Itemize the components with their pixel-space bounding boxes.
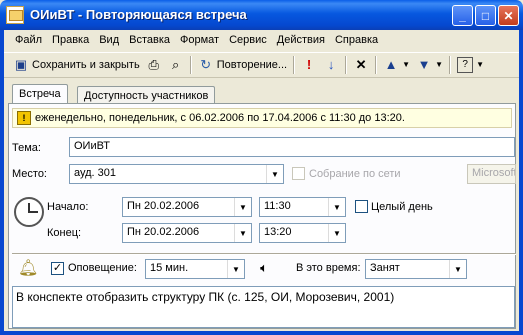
delete-button[interactable]: ✕	[350, 54, 372, 76]
show-as-combo[interactable]: Занят ▼	[365, 259, 467, 279]
appointment-icon	[6, 6, 24, 24]
save-icon: ▣	[14, 57, 28, 72]
reminder-label: Оповещение:	[68, 262, 137, 274]
clock-icon	[14, 197, 44, 227]
start-date-value: Пн 20.02.2006	[127, 200, 200, 212]
menu-file[interactable]: Файл	[10, 34, 47, 46]
chevron-down-icon[interactable]: ▼	[328, 198, 345, 216]
location-label: Место:	[12, 168, 47, 180]
attach-button[interactable]: ⌕	[165, 54, 187, 76]
chevron-down-icon: ▼	[476, 60, 485, 69]
tab-appointment[interactable]: Встреча	[12, 84, 68, 104]
print-icon: ⎙	[148, 57, 159, 72]
chevron-down-icon[interactable]: ▼	[449, 260, 466, 278]
save-close-label: Сохранить и закрыть	[32, 59, 140, 71]
menu-view[interactable]: Вид	[94, 34, 124, 46]
subject-label: Тема:	[12, 142, 41, 154]
down-arrow-icon: ↓	[327, 57, 335, 72]
recurrence-info-text: еженедельно, понедельник, с 06.02.2006 п…	[35, 112, 405, 124]
toolbar-separator	[449, 56, 452, 74]
toolbar-separator	[293, 56, 296, 74]
show-as-label: В это время:	[296, 262, 361, 274]
maximize-button[interactable]: □	[475, 5, 496, 26]
end-time-value: 13:20	[264, 226, 292, 238]
bell-icon: 🔔︎	[18, 260, 39, 277]
chevron-down-icon: ▼	[435, 60, 444, 69]
chevron-down-icon: ▼	[402, 60, 411, 69]
recurrence-info-bar: ! еженедельно, понедельник, с 06.02.2006…	[12, 108, 512, 128]
tab-scheduling[interactable]: Доступность участников	[77, 86, 216, 104]
notes-textarea[interactable]: В конспекте отобразить структуру ПК (с. …	[12, 286, 515, 328]
start-date-picker[interactable]: Пн 20.02.2006 ▼	[122, 197, 252, 217]
menu-bar: Файл Правка Вид Вставка Формат Сервис Де…	[4, 30, 519, 50]
chevron-down-icon[interactable]: ▼	[227, 260, 244, 278]
title-bar: ОИиВТ - Повторяющаяся встреча _ □ ✕	[0, 0, 523, 30]
importance-high-button[interactable]: !	[298, 54, 320, 76]
chevron-down-icon[interactable]: ▼	[266, 165, 283, 183]
location-value: ауд. 301	[74, 167, 117, 179]
all-day-checkbox[interactable]	[355, 200, 368, 213]
menu-help[interactable]: Справка	[330, 34, 383, 46]
menu-insert[interactable]: Вставка	[124, 34, 175, 46]
paperclip-icon: ⌕	[172, 57, 180, 72]
exclamation-icon: !	[306, 57, 312, 72]
all-day-label: Целый день	[371, 201, 433, 213]
location-combo[interactable]: ауд. 301 ▼	[69, 164, 284, 184]
toolbar-separator	[189, 56, 192, 74]
help-icon: ?	[457, 57, 474, 73]
importance-low-button[interactable]: ↓	[320, 54, 342, 76]
menu-edit[interactable]: Правка	[47, 34, 94, 46]
reminder-combo[interactable]: 15 мин. ▼	[145, 259, 245, 279]
recurrence-icon: ↻	[200, 57, 212, 72]
down-arrow-icon: ▼	[417, 57, 431, 72]
minimize-button[interactable]: _	[452, 5, 473, 26]
recurrence-button[interactable]: ↻ Повторение...	[195, 54, 290, 76]
toolbar-separator	[375, 56, 378, 74]
warning-icon: !	[17, 111, 31, 125]
chevron-down-icon[interactable]: ▼	[328, 224, 345, 242]
print-button[interactable]: ⎙	[143, 54, 165, 76]
chevron-down-icon[interactable]: ▼	[234, 198, 251, 216]
end-label: Конец:	[47, 227, 82, 239]
window-title: ОИиВТ - Повторяющаяся встреча	[30, 7, 247, 22]
reminder-checkbox[interactable]: ✓	[51, 262, 64, 275]
divider	[12, 253, 516, 255]
online-meeting-checkbox[interactable]	[292, 167, 305, 180]
toolbar-separator	[345, 56, 348, 74]
online-meeting-label: Собрание по сети	[309, 168, 401, 180]
reminder-sound-button[interactable]: 🔈︎	[254, 258, 274, 278]
end-time-picker[interactable]: 13:20 ▼	[259, 223, 346, 243]
next-item-button[interactable]: ▼ ▼	[413, 54, 446, 76]
save-close-button[interactable]: ▣ Сохранить и закрыть	[10, 54, 143, 76]
start-time-picker[interactable]: 11:30 ▼	[259, 197, 346, 217]
end-date-picker[interactable]: Пн 20.02.2006 ▼	[122, 223, 252, 243]
chevron-down-icon[interactable]: ▼	[234, 224, 251, 242]
subject-input[interactable]: ОИиВТ	[69, 137, 515, 157]
recurrence-label: Повторение...	[216, 59, 288, 71]
help-button[interactable]: ? ▼	[454, 54, 487, 76]
menu-tools[interactable]: Сервис	[224, 34, 272, 46]
start-label: Начало:	[47, 201, 89, 213]
menu-actions[interactable]: Действия	[272, 34, 330, 46]
speaker-icon: 🔈︎	[260, 260, 268, 275]
online-provider-field[interactable]: Microsoft	[467, 164, 516, 184]
toolbar: ▣ Сохранить и закрыть ⎙ ⌕ ↻ Повторение..…	[4, 52, 519, 78]
start-time-value: 11:30	[264, 200, 291, 212]
reminder-value: 15 мин.	[150, 262, 189, 274]
show-as-value: Занят	[370, 262, 400, 274]
menu-format[interactable]: Формат	[175, 34, 224, 46]
end-date-value: Пн 20.02.2006	[127, 226, 200, 238]
previous-item-button[interactable]: ▲ ▼	[380, 54, 413, 76]
up-arrow-icon: ▲	[384, 57, 398, 72]
close-button[interactable]: ✕	[498, 5, 519, 26]
delete-icon: ✕	[355, 57, 367, 72]
